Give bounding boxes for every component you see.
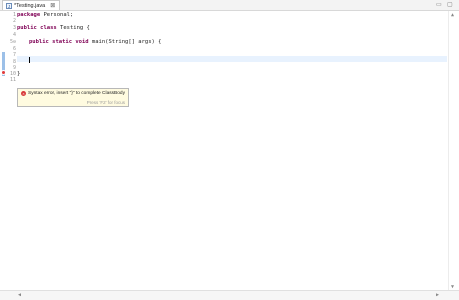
error-marker-icon[interactable] (1, 70, 6, 75)
line-number: 11 (9, 77, 16, 83)
code-text: main(String[] args) { (88, 39, 162, 45)
error-hover-tooltip[interactable]: × Syntax error, insert "}" to complete C… (17, 88, 129, 107)
line-number: 7 (12, 52, 16, 58)
scroll-left-icon[interactable]: ◀ (18, 292, 21, 298)
java-file-icon: J (6, 2, 12, 9)
scroll-right-icon[interactable]: ▶ (436, 292, 439, 298)
keyword: package (17, 12, 41, 18)
tab-testing-java[interactable]: J *Testing.java ⊠ (2, 0, 61, 10)
code-line: public static void main(String[] args) { (29, 39, 161, 45)
code-line: } (17, 71, 20, 77)
keyword: public class (17, 25, 57, 31)
tooltip-message: × Syntax error, insert "}" to complete C… (21, 91, 125, 96)
code-text: } (17, 71, 21, 77)
code-line: public class Testing { (17, 25, 90, 31)
code-editor[interactable]: 1 2 3 4 5⊖ 6 7 8 9 10 11 package Persona… (0, 11, 459, 291)
minimize-icon[interactable]: ▭ (436, 1, 442, 8)
editor-tab-bar: J *Testing.java ⊠ ▭ ▢ (0, 0, 459, 11)
maximize-icon[interactable]: ▢ (447, 1, 453, 8)
tooltip-focus-hint: Press 'F2' for focus (86, 100, 125, 105)
vertical-scrollbar[interactable]: ▲ ▼ (448, 11, 459, 291)
code-text: Personal; (40, 12, 74, 18)
tab-title: *Testing.java (14, 2, 46, 9)
line-number: 3 (12, 25, 16, 31)
close-tab-icon[interactable]: ⊠ (50, 2, 55, 9)
annotation-ruler (0, 11, 6, 291)
line-number: 2 (12, 18, 16, 24)
tooltip-message-text: Syntax error, insert "}" to complete Cla… (28, 91, 125, 96)
line-number: 5⊖ (9, 39, 16, 45)
code-line: package Personal; (17, 12, 73, 18)
horizontal-scrollbar[interactable]: ◀ ▶ (0, 290, 459, 300)
line-number: 4 (12, 32, 16, 38)
keyword: public static void (29, 39, 89, 45)
text-caret (29, 57, 30, 63)
error-icon: × (21, 91, 26, 96)
code-text: Testing { (56, 25, 90, 31)
scroll-up-icon[interactable]: ▲ (451, 12, 454, 18)
current-line-highlight (17, 56, 447, 62)
